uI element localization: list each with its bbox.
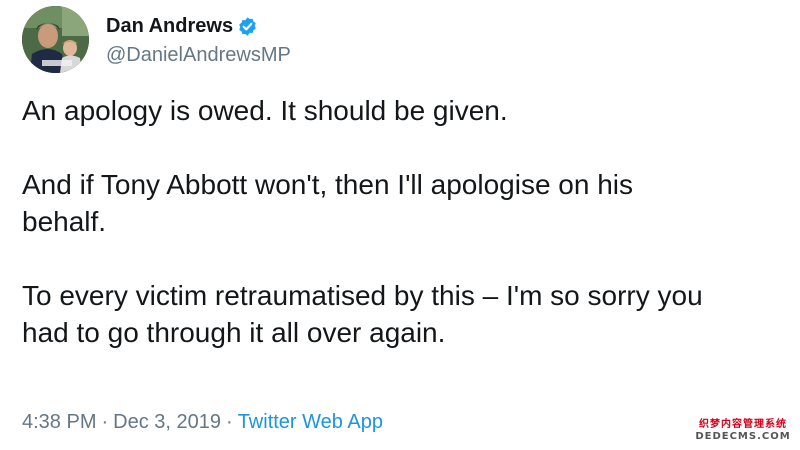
tweet-card: Dan Andrews @DanielAndrewsMP An apology …: [0, 0, 800, 450]
tweet-text: An apology is owed. It should be given. …: [22, 92, 800, 351]
tweet-paragraph-1: An apology is owed. It should be given.: [22, 92, 800, 129]
author-name-row: Dan Andrews: [106, 12, 291, 40]
author-handle[interactable]: @DanielAndrewsMP: [106, 44, 291, 67]
watermark-line-2: DEDECMS.COM: [695, 430, 791, 442]
meta-separator: ·: [101, 411, 109, 433]
author-display-name[interactable]: Dan Andrews: [106, 15, 233, 38]
watermark-line-1: 织梦内容管理系统: [699, 419, 787, 430]
tweet-paragraph-3: To every victim retraumatised by this – …: [22, 277, 800, 351]
tweet-source-link[interactable]: Twitter Web App: [238, 411, 383, 433]
tweet-line: behalf.: [22, 206, 107, 237]
tweet-time[interactable]: 4:38 PM: [22, 411, 96, 433]
author-block: Dan Andrews @DanielAndrewsMP: [106, 12, 291, 67]
author-avatar[interactable]: [22, 6, 89, 73]
meta-separator: ·: [226, 411, 233, 433]
tweet-date[interactable]: Dec 3, 2019: [113, 411, 221, 433]
tweet-paragraph-2: And if Tony Abbott won't, then I'll apol…: [22, 166, 800, 240]
tweet-line: had to go through it all over again.: [22, 317, 446, 348]
tweet-line: An apology is owed. It should be given.: [22, 95, 508, 126]
tweet-line: To every victim retraumatised by this – …: [22, 280, 703, 311]
tweet-line: And if Tony Abbott won't, then I'll apol…: [22, 169, 634, 200]
verified-badge-icon: [237, 16, 258, 37]
avatar-photo: [22, 6, 89, 73]
watermark: 织梦内容管理系统 DEDECMS.COM: [694, 419, 792, 442]
tweet-meta: 4:38 PM · Dec 3, 2019 · Twitter Web App: [22, 411, 383, 434]
